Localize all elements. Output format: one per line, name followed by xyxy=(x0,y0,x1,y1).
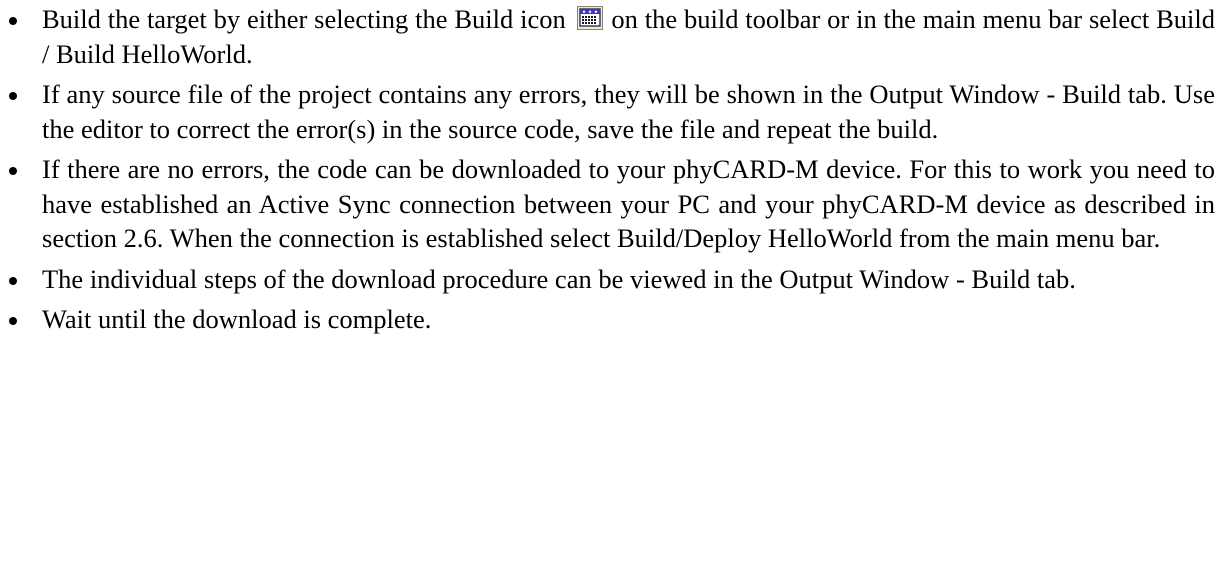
bullet-list: Build the target by either selecting the… xyxy=(0,2,1223,337)
bullet-icon xyxy=(9,317,17,325)
list-item: Wait until the download is complete. xyxy=(0,302,1215,337)
item-text: If there are no errors, the code can be … xyxy=(42,154,1215,253)
bullet-icon xyxy=(9,167,17,175)
list-item: Build the target by either selecting the… xyxy=(0,2,1215,71)
document-page: Build the target by either selecting the… xyxy=(0,0,1223,573)
item-text: Wait until the download is complete. xyxy=(42,304,432,334)
list-item: If any source file of the project contai… xyxy=(0,77,1215,146)
bullet-icon xyxy=(9,276,17,285)
bullet-icon xyxy=(9,17,17,25)
list-item: If there are no errors, the code can be … xyxy=(0,152,1215,256)
item-text-before-icon: Build the target by either selecting the… xyxy=(42,4,566,34)
item-text: The individual steps of the download pro… xyxy=(42,263,1076,294)
bullet-icon xyxy=(9,92,17,100)
build-icon xyxy=(576,6,603,30)
item-text: If any source file of the project contai… xyxy=(42,79,1215,144)
list-item: The individual steps of the download pro… xyxy=(0,262,1215,297)
